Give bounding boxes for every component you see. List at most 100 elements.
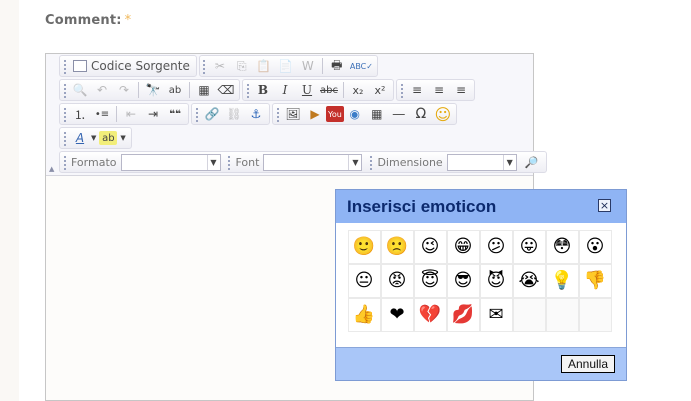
format-select[interactable]: ▼ bbox=[120, 153, 221, 171]
emoticon-heart[interactable]: ❤ bbox=[380, 297, 414, 332]
smiley-icon[interactable]: ☺ bbox=[432, 104, 454, 124]
font-select[interactable]: ▼ bbox=[263, 153, 363, 171]
toolbar-row-3: ⒈ •≡ ⇤ ⇥ ❝❝ 🔗 ⛓ ⚓ 🖼 ▶ You ◉ ▦ ― Ω ☺ bbox=[59, 103, 459, 125]
toolbar-grip[interactable] bbox=[62, 154, 67, 170]
indent-icon[interactable]: ⇥ bbox=[142, 104, 164, 124]
paste-word-icon[interactable]: W bbox=[297, 56, 319, 76]
emoticon-indecision[interactable]: 😐 bbox=[347, 263, 381, 298]
youtube-icon[interactable]: You bbox=[326, 106, 344, 122]
emoticon-wink[interactable]: 😉 bbox=[413, 229, 447, 264]
preview-icon[interactable]: 🔍 bbox=[69, 80, 91, 100]
left-margin-strip bbox=[0, 0, 19, 401]
emoticon-thumbs-up[interactable]: 👍 bbox=[347, 297, 381, 332]
emoticon-crying[interactable]: 😭 bbox=[512, 263, 546, 298]
emoticon-grin[interactable]: 😁 bbox=[446, 229, 480, 264]
toolbar-grip[interactable] bbox=[399, 82, 404, 98]
emoticon-empty-cell bbox=[512, 297, 546, 332]
emoticon-devil[interactable]: 😈 bbox=[479, 263, 513, 298]
toolbar-group-basic-styles: B I U abc x₂ x² bbox=[242, 79, 394, 101]
toolbar-group-clipboard: ✂ ⎘ 📋 📄 W 🖶 ABC✓ bbox=[198, 55, 378, 77]
emoticon-cool[interactable]: 😎 bbox=[446, 263, 480, 298]
toolbar-grip[interactable] bbox=[275, 106, 280, 122]
copy-icon[interactable]: ⎘ bbox=[231, 56, 253, 76]
toolbar-grip[interactable] bbox=[62, 58, 67, 74]
toolbar-grip[interactable] bbox=[226, 154, 232, 170]
emoticon-smile[interactable]: 🙂 bbox=[347, 229, 381, 264]
maximize-icon[interactable]: 🔎 bbox=[521, 152, 543, 172]
special-char-icon[interactable]: Ω bbox=[410, 104, 432, 124]
cancel-button[interactable]: Annulla bbox=[560, 355, 615, 373]
emoticon-embarrassed[interactable]: 😳 bbox=[545, 229, 579, 264]
emoticon-surprised[interactable]: 😮 bbox=[578, 229, 612, 264]
emoticon-confused[interactable]: 😕 bbox=[479, 229, 513, 264]
cut-icon[interactable]: ✂ bbox=[209, 56, 231, 76]
table-icon[interactable]: ▦ bbox=[366, 104, 388, 124]
align-center-icon[interactable]: ≡ bbox=[428, 80, 450, 100]
toolbar-collapse-icon[interactable]: ▲ bbox=[49, 165, 54, 173]
toolbar-grip[interactable] bbox=[194, 106, 199, 122]
superscript-icon[interactable]: x² bbox=[369, 80, 391, 100]
numbered-list-icon[interactable]: ⒈ bbox=[69, 104, 91, 124]
toolbar-grip[interactable] bbox=[201, 58, 207, 74]
anchor-icon[interactable]: ⚓ bbox=[245, 104, 267, 124]
outdent-icon[interactable]: ⇤ bbox=[120, 104, 142, 124]
toolbar-group-lists: ⒈ •≡ ⇤ ⇥ ❝❝ bbox=[59, 103, 189, 125]
paste-icon[interactable]: 📋 bbox=[253, 56, 275, 76]
flash-icon[interactable]: ▶ bbox=[304, 104, 326, 124]
text-color-icon[interactable]: A bbox=[69, 128, 91, 148]
toolbar-grip[interactable] bbox=[62, 130, 67, 146]
paste-text-icon[interactable]: 📄 bbox=[275, 56, 297, 76]
align-left-icon[interactable]: ≡ bbox=[406, 80, 428, 100]
underline-icon[interactable]: U bbox=[296, 80, 318, 100]
remove-format-icon[interactable]: ⌫ bbox=[215, 80, 237, 100]
emoticon-sad[interactable]: 🙁 bbox=[380, 229, 414, 264]
emoticon-lightbulb[interactable]: 💡 bbox=[545, 263, 579, 298]
image-icon[interactable]: 🖼 bbox=[282, 104, 304, 124]
comment-label: Comment: * bbox=[45, 13, 131, 28]
emoticon-kiss[interactable]: 💋 bbox=[446, 297, 480, 332]
replace-icon[interactable]: ab bbox=[164, 80, 186, 100]
bg-color-icon[interactable]: ab bbox=[99, 131, 118, 145]
select-all-icon[interactable]: ▦ bbox=[193, 80, 215, 100]
emoticon-thumbs-down[interactable]: 👎 bbox=[578, 263, 612, 298]
unlink-icon[interactable]: ⛓ bbox=[223, 104, 245, 124]
spellcheck-icon[interactable]: ABC✓ bbox=[348, 56, 375, 76]
toolbar-group-insert: 🖼 ▶ You ◉ ▦ ― Ω ☺ bbox=[272, 103, 457, 125]
toolbar-row-4: A ▼ ab ▼ bbox=[59, 127, 134, 149]
emoticon-angry[interactable]: 😡 bbox=[380, 263, 414, 298]
source-button-label: Codice Sorgente bbox=[91, 59, 190, 73]
toolbar-grip[interactable] bbox=[245, 82, 250, 98]
undo-icon[interactable]: ↶ bbox=[91, 80, 113, 100]
close-icon[interactable]: × bbox=[598, 199, 611, 212]
emoticon-empty-cell bbox=[578, 297, 612, 332]
media-icon[interactable]: ◉ bbox=[344, 104, 366, 124]
redo-icon[interactable]: ↷ bbox=[113, 80, 135, 100]
toolbar-separator bbox=[321, 58, 323, 74]
italic-icon[interactable]: I bbox=[274, 80, 296, 100]
bold-icon[interactable]: B bbox=[252, 80, 274, 100]
toolbar-grip[interactable] bbox=[62, 82, 67, 98]
toolbar-separator bbox=[138, 82, 139, 98]
find-icon[interactable]: 🔭 bbox=[142, 80, 164, 100]
emoticon-grid: 🙂 🙁 😉 😁 😕 😛 😳 😮 😐 😡 😇 😎 😈 😭 💡 👎 👍 ❤ 💔 💋 ✉ bbox=[347, 229, 612, 332]
align-right-icon[interactable]: ≡ bbox=[450, 80, 472, 100]
toolbar-grip[interactable] bbox=[368, 154, 374, 170]
horizontal-rule-icon[interactable]: ― bbox=[388, 104, 410, 124]
emoticon-angel[interactable]: 😇 bbox=[413, 263, 447, 298]
emoticon-broken-heart[interactable]: 💔 bbox=[413, 297, 447, 332]
bg-color-dropdown-icon[interactable]: ▼ bbox=[120, 134, 125, 142]
print-icon[interactable]: 🖶 bbox=[326, 56, 348, 76]
subscript-icon[interactable]: x₂ bbox=[347, 80, 369, 100]
toolbar-grip[interactable] bbox=[62, 106, 67, 122]
bulleted-list-icon[interactable]: •≡ bbox=[91, 104, 113, 124]
emoticon-tongue[interactable]: 😛 bbox=[512, 229, 546, 264]
required-marker: * bbox=[124, 13, 132, 28]
emoticon-dialog: Inserisci emoticon × 🙂 🙁 😉 😁 😕 😛 😳 😮 😐 😡 😇 😎 😈 😭 💡 👎 👍 ❤ 💔… bbox=[335, 189, 627, 381]
text-color-dropdown-icon[interactable]: ▼ bbox=[91, 134, 96, 142]
size-select[interactable]: ▼ bbox=[446, 153, 517, 171]
source-button[interactable]: Codice Sorgente bbox=[69, 56, 194, 76]
link-icon[interactable]: 🔗 bbox=[201, 104, 223, 124]
blockquote-icon[interactable]: ❝❝ bbox=[164, 104, 186, 124]
strikethrough-icon[interactable]: abc bbox=[318, 80, 340, 100]
emoticon-envelope[interactable]: ✉ bbox=[479, 297, 513, 332]
